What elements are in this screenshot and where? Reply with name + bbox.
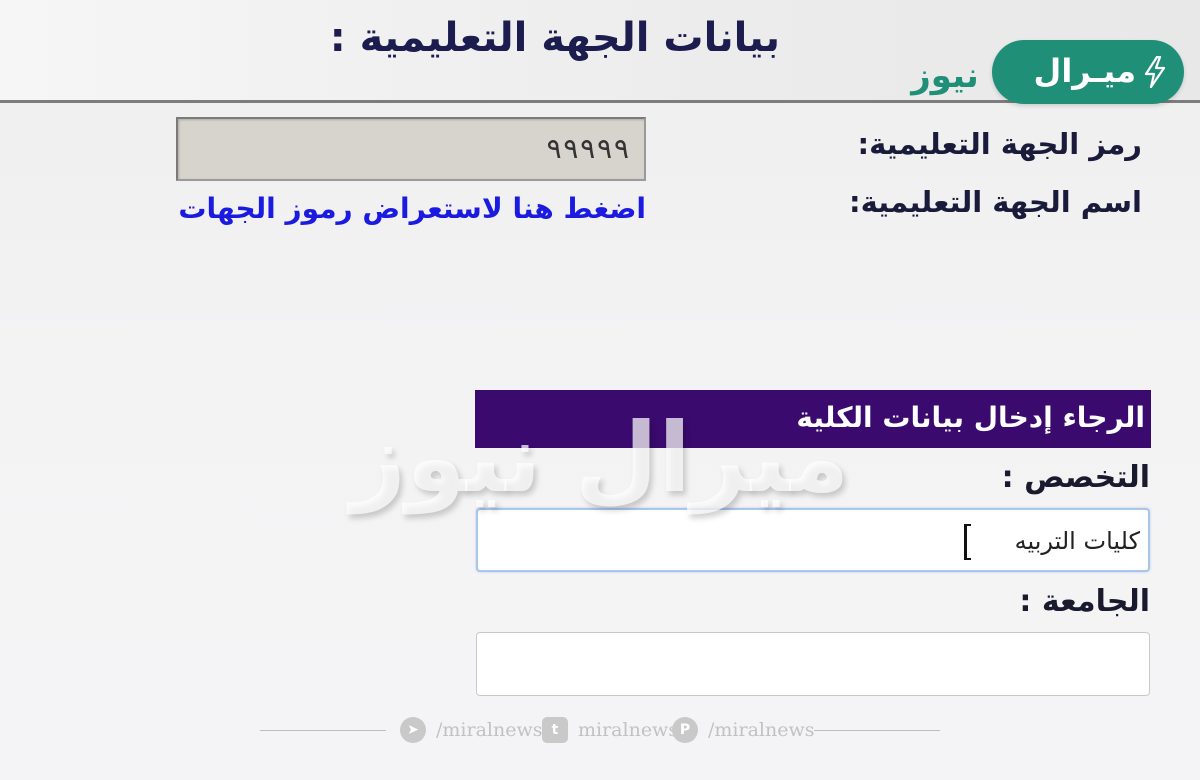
college-data-header: الرجاء إدخال بيانات الكلية [475, 390, 1151, 448]
section-title: بيانات الجهة التعليمية : [329, 15, 780, 61]
footer-divider-left [260, 730, 386, 731]
social-footer: ➤ /miralnews t miralnews P /miralnews [260, 712, 940, 748]
institution-name-label: اسم الجهة التعليمية: [848, 185, 1142, 219]
specialization-input[interactable]: كليات التربيه [476, 508, 1150, 572]
specialization-value: كليات التربيه [1014, 527, 1140, 555]
institution-code-label: رمز الجهة التعليمية: [857, 127, 1142, 161]
specialization-label: التخصص : [1001, 460, 1150, 495]
brand-logo-text: ميـرال [1033, 52, 1136, 90]
twitter-icon: t [542, 717, 568, 743]
view-codes-link[interactable]: اضغط هنا لاستعراض رموز الجهات [90, 186, 646, 232]
telegram-icon: ➤ [400, 717, 426, 743]
pinterest-icon: P [672, 717, 698, 743]
footer-telegram-handle: /miralnews [436, 719, 543, 741]
brand-logo: ميـرال [992, 40, 1184, 104]
text-cursor [964, 524, 971, 560]
footer-divider-right [814, 730, 940, 731]
footer-twitter-handle: miralnews [578, 719, 679, 741]
footer-pinterest-handle: /miralnews [708, 719, 815, 741]
lightning-bolt-icon [1144, 56, 1166, 88]
institution-code-value: ٩٩٩٩٩ [545, 132, 630, 165]
university-input[interactable] [476, 632, 1150, 696]
brand-logo-subtext: نيوز [911, 56, 979, 96]
college-data-header-text: الرجاء إدخال بيانات الكلية [796, 401, 1145, 434]
institution-code-field[interactable]: ٩٩٩٩٩ [176, 117, 646, 181]
university-label: الجامعة : [1019, 584, 1150, 619]
